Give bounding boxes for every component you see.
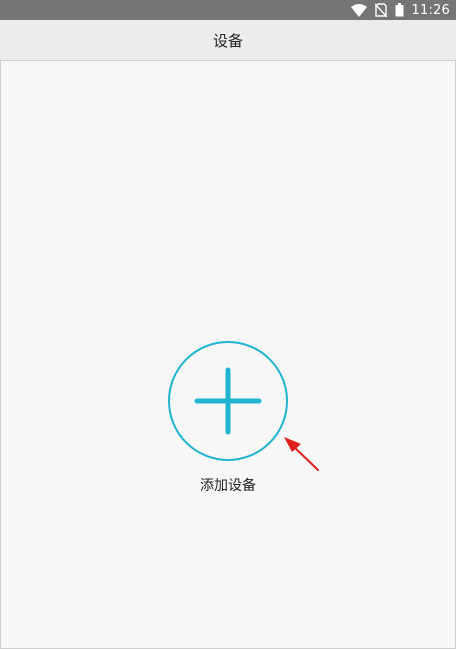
clock: 11:26 [411,2,450,18]
page-title: 设备 [212,31,243,50]
plus-icon [194,367,262,435]
wifi-icon [350,3,367,17]
app-bar: 设备 [0,20,456,61]
status-bar: 11:26 [0,0,456,20]
status-icons: 11:26 [350,0,450,20]
add-device-label[interactable]: 添加设备 [168,475,288,495]
no-sim-icon [374,3,387,17]
add-device-button[interactable] [168,341,288,461]
battery-icon [395,3,404,17]
app-frame [0,0,456,649]
